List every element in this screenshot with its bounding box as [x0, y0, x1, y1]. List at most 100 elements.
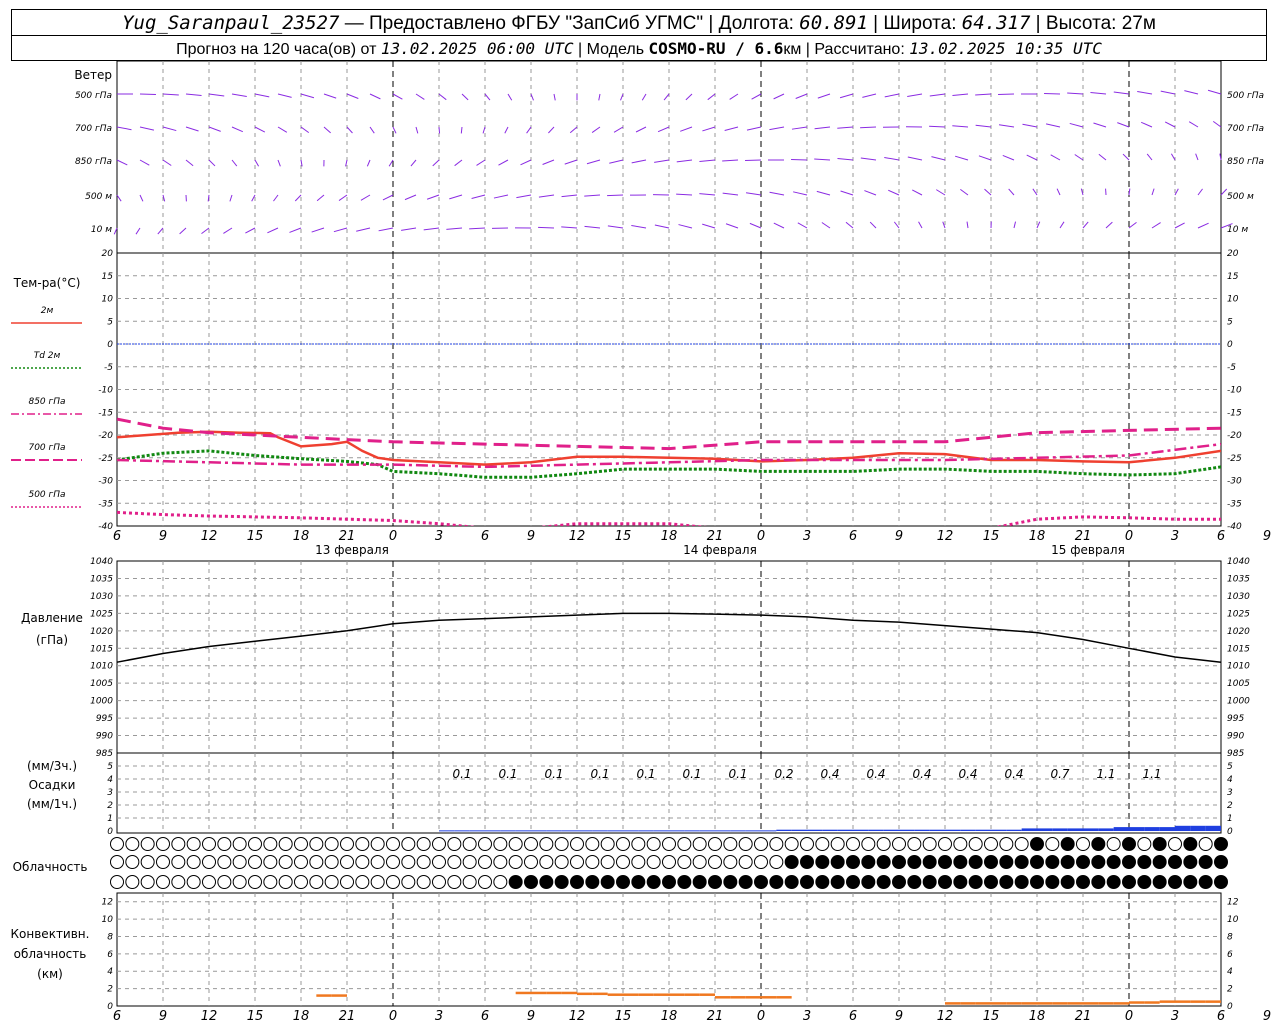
temp-tick-right: -10: [1227, 386, 1242, 396]
temp-tick-right: -15: [1227, 408, 1242, 418]
cloud-cover-symbol: [508, 837, 523, 851]
wind-barb: [795, 93, 808, 99]
cloud-cover-symbol: [171, 875, 186, 889]
cloud-cover-symbol: [125, 855, 140, 869]
cloud-cover-symbol: [876, 837, 891, 851]
wind-barb: [162, 126, 177, 132]
wind-barb: [561, 226, 578, 229]
cloud-cover-symbol: [815, 875, 830, 889]
cloud-cover-symbol: [953, 875, 968, 889]
precip-3h-label: 0.4: [958, 767, 977, 781]
wind-barb: [498, 159, 509, 166]
wind-barb: [415, 93, 425, 100]
wind-barb: [1074, 154, 1084, 161]
pressure-tick-left: 1035: [90, 574, 113, 584]
t500-series-line: [117, 510, 1221, 526]
wind-barb: [817, 93, 831, 99]
wind-barb: [1117, 122, 1130, 128]
precip-bar: [1129, 827, 1145, 831]
wind-barb: [277, 126, 288, 133]
precip-bar: [1052, 828, 1068, 831]
cloud-cover-symbol: [125, 837, 140, 851]
temp-tick-right: 20: [1227, 249, 1239, 259]
wind-barb: [745, 192, 762, 196]
wind-barb: [484, 93, 491, 101]
cloud-cover-symbol: [1168, 855, 1182, 869]
cloud-cover-symbol: [324, 855, 339, 869]
cloud-cover-symbol: [524, 837, 538, 851]
wind-level-label-right: 700 гПа: [1227, 124, 1264, 134]
wind-barb: [369, 93, 381, 100]
precip-bar: [561, 830, 577, 832]
wind-level-label-right: 500 м: [1227, 192, 1254, 202]
precip-tick-left: 4: [107, 775, 113, 785]
temp-hour-label: 0: [1125, 529, 1133, 544]
wind-barb: [231, 159, 238, 167]
wind-barb: [185, 126, 199, 132]
wind-barb: [1128, 221, 1137, 229]
wind-barb: [1113, 91, 1130, 95]
wind-barb: [998, 124, 1015, 128]
wind-barb: [839, 93, 854, 99]
wind-barb: [773, 222, 785, 229]
cloud-cover-symbol: [677, 875, 692, 889]
pressure-tick-left: 985: [96, 749, 113, 759]
cloud-cover-symbol: [1076, 837, 1090, 851]
cloud-cover-symbol: [110, 875, 124, 889]
wind-barb: [507, 93, 513, 101]
pressure-title: Давление: [21, 611, 83, 625]
cloud-cover-symbol: [953, 837, 968, 851]
wind-barb: [1002, 154, 1015, 161]
precip-3h-label: 0.4: [866, 767, 885, 781]
wind-barb: [231, 93, 247, 97]
temp-hour-label: 12: [569, 529, 586, 544]
convective-hour-label: 6: [113, 1009, 121, 1024]
wind-barb: [346, 126, 353, 134]
wind-barb: [1022, 123, 1038, 128]
wind-barb: [392, 93, 403, 100]
day-label: 14 февраля: [683, 543, 757, 557]
wind-barb: [300, 126, 310, 134]
convective-hour-label: 6: [1217, 1009, 1225, 1024]
cloud-cover-symbol: [646, 855, 661, 869]
convective-tick-left: 0: [107, 1002, 113, 1012]
pressure-tick-left: 1015: [90, 644, 113, 654]
wind-barb: [493, 194, 509, 199]
cloud-cover-symbol: [784, 837, 799, 851]
cloud-cover-symbol: [355, 875, 370, 889]
temp-tick-left: 20: [102, 249, 114, 259]
wind-barb: [702, 223, 716, 229]
wind-level-label-left: 10 м: [91, 225, 112, 235]
wind-barb: [561, 194, 578, 198]
cloud-cover-symbol: [1091, 837, 1106, 851]
wind-barb: [860, 157, 877, 161]
wind-barb: [229, 194, 233, 202]
temp-tick-left: -35: [98, 499, 113, 509]
wind-barb: [139, 93, 156, 96]
wind-barb: [432, 159, 440, 167]
pressure-tick-right: 1015: [1227, 644, 1250, 654]
temp-hour-label: 0: [389, 529, 397, 544]
wind-barb: [607, 225, 624, 229]
precip-bar: [684, 830, 700, 832]
cloud-cover-symbol: [1076, 855, 1090, 869]
wind-barb: [837, 157, 854, 161]
convective-tick-right: 12: [1227, 898, 1239, 908]
cloud-cover-symbol: [140, 837, 155, 851]
convective-tick-right: 8: [1227, 932, 1233, 942]
wind-barb: [907, 93, 923, 97]
wind-level-label-left: 500 м: [85, 192, 112, 202]
convective-hour-label: 15: [615, 1009, 632, 1024]
wind-barb: [837, 126, 854, 129]
wind-barb: [482, 126, 486, 134]
temp-hour-label: 6: [1217, 529, 1225, 544]
wind-barb: [975, 93, 992, 96]
cloud-cover-symbol: [800, 837, 814, 851]
wind-barb: [1151, 188, 1155, 196]
wind-level-label-right: 10 м: [1227, 225, 1248, 235]
precip-bar: [715, 830, 731, 832]
wind-barb: [998, 93, 1015, 96]
convective-hour-label: 18: [1029, 1009, 1046, 1024]
pressure-tick-left: 1025: [90, 609, 113, 619]
wind-barb: [116, 159, 128, 166]
